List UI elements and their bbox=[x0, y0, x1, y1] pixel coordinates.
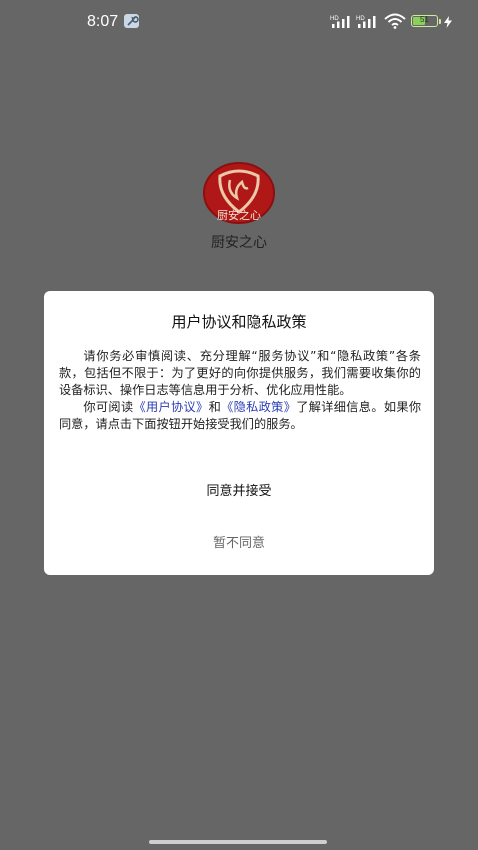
privacy-policy-link[interactable]: 《隐私政策》 bbox=[221, 400, 296, 414]
cellular-signal-1-icon: HD bbox=[330, 14, 354, 35]
charging-bolt-icon bbox=[444, 15, 452, 33]
p2-prefix: 你可阅读 bbox=[83, 400, 134, 414]
wifi-icon bbox=[384, 13, 406, 34]
app-logo: 厨安之心 bbox=[202, 162, 276, 224]
dialog-paragraph-2: 你可阅读《用户协议》和《隐私政策》了解详细信息。如果你同意，请点击下面按钮开始接… bbox=[59, 399, 421, 433]
status-time: 8:07 bbox=[87, 13, 119, 30]
battery-tip bbox=[439, 19, 441, 24]
status-bar: 8:07 HD HD 51 bbox=[0, 0, 478, 44]
signal-2-label: HD bbox=[356, 16, 365, 22]
dialog-title: 用户协议和隐私政策 bbox=[171, 313, 307, 331]
wrench-icon bbox=[124, 14, 139, 28]
p2-and: 和 bbox=[208, 400, 222, 414]
accept-button[interactable]: 同意并接受 bbox=[44, 480, 434, 499]
battery-icon: 51 bbox=[411, 15, 438, 27]
battery-level: 51 bbox=[420, 15, 429, 24]
home-indicator[interactable] bbox=[149, 840, 327, 844]
logo-text: 厨安之心 bbox=[217, 208, 261, 222]
cellular-signal-2-icon: HD bbox=[356, 14, 380, 35]
dialog-paragraph-1: 请你务必审慎阅读、充分理解“服务协议”和“隐私政策”各条款，包括但不限于：为了更… bbox=[59, 349, 421, 397]
user-agreement-link[interactable]: 《用户协议》 bbox=[133, 400, 208, 414]
decline-button[interactable]: 暂不同意 bbox=[44, 532, 434, 551]
signal-1-label: HD bbox=[330, 16, 339, 22]
app-name: 厨安之心 bbox=[211, 235, 267, 251]
dialog-body: 请你务必审慎阅读、充分理解“服务协议”和“隐私政策”各条款，包括但不限于：为了更… bbox=[59, 348, 421, 433]
privacy-dialog: 用户协议和隐私政策 请你务必审慎阅读、充分理解“服务协议”和“隐私政策”各条款，… bbox=[44, 291, 434, 575]
